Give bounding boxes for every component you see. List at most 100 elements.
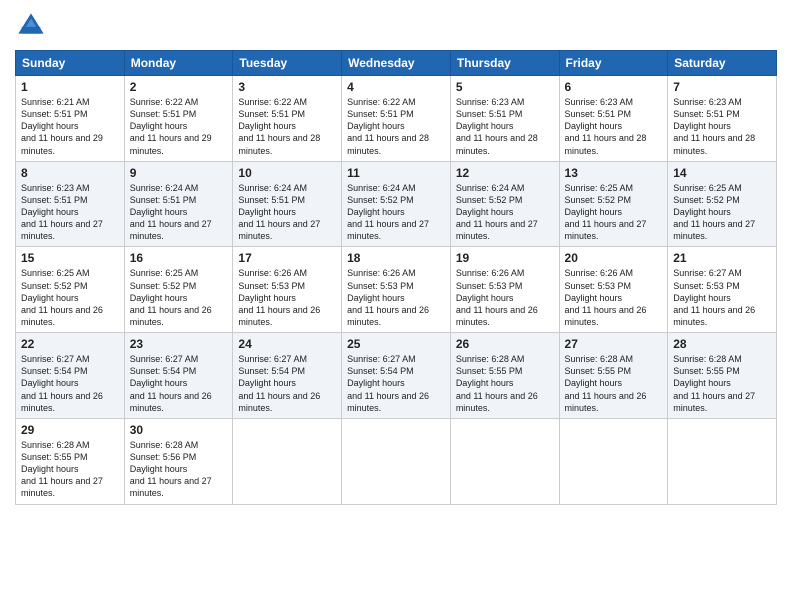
day-number: 25	[347, 337, 445, 351]
day-info: Sunrise: 6:23 AMSunset: 5:51 PMDaylight …	[21, 183, 103, 242]
day-number: 4	[347, 80, 445, 94]
calendar-cell: 6 Sunrise: 6:23 AMSunset: 5:51 PMDayligh…	[559, 76, 668, 162]
calendar-cell: 19 Sunrise: 6:26 AMSunset: 5:53 PMDaylig…	[450, 247, 559, 333]
day-info: Sunrise: 6:26 AMSunset: 5:53 PMDaylight …	[565, 268, 647, 327]
day-number: 5	[456, 80, 554, 94]
calendar-cell: 12 Sunrise: 6:24 AMSunset: 5:52 PMDaylig…	[450, 161, 559, 247]
day-info: Sunrise: 6:25 AMSunset: 5:52 PMDaylight …	[565, 183, 647, 242]
calendar-cell: 21 Sunrise: 6:27 AMSunset: 5:53 PMDaylig…	[668, 247, 777, 333]
day-number: 18	[347, 251, 445, 265]
calendar-cell: 17 Sunrise: 6:26 AMSunset: 5:53 PMDaylig…	[233, 247, 342, 333]
day-info: Sunrise: 6:25 AMSunset: 5:52 PMDaylight …	[673, 183, 755, 242]
calendar-cell: 7 Sunrise: 6:23 AMSunset: 5:51 PMDayligh…	[668, 76, 777, 162]
day-number: 26	[456, 337, 554, 351]
day-number: 30	[130, 423, 228, 437]
day-info: Sunrise: 6:23 AMSunset: 5:51 PMDaylight …	[673, 97, 755, 156]
day-info: Sunrise: 6:22 AMSunset: 5:51 PMDaylight …	[130, 97, 212, 156]
day-number: 15	[21, 251, 119, 265]
day-info: Sunrise: 6:25 AMSunset: 5:52 PMDaylight …	[130, 268, 212, 327]
day-info: Sunrise: 6:22 AMSunset: 5:51 PMDaylight …	[238, 97, 320, 156]
day-info: Sunrise: 6:26 AMSunset: 5:53 PMDaylight …	[347, 268, 429, 327]
day-number: 9	[130, 166, 228, 180]
calendar-cell: 25 Sunrise: 6:27 AMSunset: 5:54 PMDaylig…	[342, 333, 451, 419]
day-number: 12	[456, 166, 554, 180]
day-info: Sunrise: 6:22 AMSunset: 5:51 PMDaylight …	[347, 97, 429, 156]
calendar-cell: 1 Sunrise: 6:21 AMSunset: 5:51 PMDayligh…	[16, 76, 125, 162]
day-number: 19	[456, 251, 554, 265]
logo-icon	[15, 10, 47, 42]
calendar-cell: 22 Sunrise: 6:27 AMSunset: 5:54 PMDaylig…	[16, 333, 125, 419]
day-number: 11	[347, 166, 445, 180]
day-number: 28	[673, 337, 771, 351]
day-number: 2	[130, 80, 228, 94]
day-info: Sunrise: 6:24 AMSunset: 5:51 PMDaylight …	[238, 183, 320, 242]
day-info: Sunrise: 6:27 AMSunset: 5:54 PMDaylight …	[130, 354, 212, 413]
col-header-thursday: Thursday	[450, 51, 559, 76]
header	[15, 10, 777, 42]
day-info: Sunrise: 6:28 AMSunset: 5:55 PMDaylight …	[21, 440, 103, 499]
page: SundayMondayTuesdayWednesdayThursdayFrid…	[0, 0, 792, 612]
day-number: 17	[238, 251, 336, 265]
day-number: 10	[238, 166, 336, 180]
calendar-cell: 28 Sunrise: 6:28 AMSunset: 5:55 PMDaylig…	[668, 333, 777, 419]
day-number: 20	[565, 251, 663, 265]
day-number: 13	[565, 166, 663, 180]
calendar-cell: 2 Sunrise: 6:22 AMSunset: 5:51 PMDayligh…	[124, 76, 233, 162]
day-info: Sunrise: 6:23 AMSunset: 5:51 PMDaylight …	[565, 97, 647, 156]
calendar-cell	[668, 418, 777, 504]
calendar-cell: 9 Sunrise: 6:24 AMSunset: 5:51 PMDayligh…	[124, 161, 233, 247]
day-number: 21	[673, 251, 771, 265]
day-info: Sunrise: 6:23 AMSunset: 5:51 PMDaylight …	[456, 97, 538, 156]
calendar-cell	[450, 418, 559, 504]
day-info: Sunrise: 6:28 AMSunset: 5:55 PMDaylight …	[565, 354, 647, 413]
calendar-cell: 23 Sunrise: 6:27 AMSunset: 5:54 PMDaylig…	[124, 333, 233, 419]
col-header-friday: Friday	[559, 51, 668, 76]
calendar-cell: 30 Sunrise: 6:28 AMSunset: 5:56 PMDaylig…	[124, 418, 233, 504]
calendar-cell: 26 Sunrise: 6:28 AMSunset: 5:55 PMDaylig…	[450, 333, 559, 419]
col-header-wednesday: Wednesday	[342, 51, 451, 76]
calendar-cell: 27 Sunrise: 6:28 AMSunset: 5:55 PMDaylig…	[559, 333, 668, 419]
day-info: Sunrise: 6:24 AMSunset: 5:52 PMDaylight …	[456, 183, 538, 242]
day-number: 22	[21, 337, 119, 351]
calendar-cell: 3 Sunrise: 6:22 AMSunset: 5:51 PMDayligh…	[233, 76, 342, 162]
col-header-tuesday: Tuesday	[233, 51, 342, 76]
day-info: Sunrise: 6:28 AMSunset: 5:56 PMDaylight …	[130, 440, 212, 499]
day-number: 16	[130, 251, 228, 265]
day-info: Sunrise: 6:27 AMSunset: 5:54 PMDaylight …	[238, 354, 320, 413]
calendar-cell: 14 Sunrise: 6:25 AMSunset: 5:52 PMDaylig…	[668, 161, 777, 247]
calendar-cell: 15 Sunrise: 6:25 AMSunset: 5:52 PMDaylig…	[16, 247, 125, 333]
day-info: Sunrise: 6:21 AMSunset: 5:51 PMDaylight …	[21, 97, 103, 156]
day-number: 1	[21, 80, 119, 94]
calendar-cell: 11 Sunrise: 6:24 AMSunset: 5:52 PMDaylig…	[342, 161, 451, 247]
day-info: Sunrise: 6:25 AMSunset: 5:52 PMDaylight …	[21, 268, 103, 327]
calendar-cell: 29 Sunrise: 6:28 AMSunset: 5:55 PMDaylig…	[16, 418, 125, 504]
calendar-cell: 24 Sunrise: 6:27 AMSunset: 5:54 PMDaylig…	[233, 333, 342, 419]
day-number: 14	[673, 166, 771, 180]
calendar-cell: 5 Sunrise: 6:23 AMSunset: 5:51 PMDayligh…	[450, 76, 559, 162]
calendar-cell: 16 Sunrise: 6:25 AMSunset: 5:52 PMDaylig…	[124, 247, 233, 333]
calendar-cell	[233, 418, 342, 504]
day-number: 3	[238, 80, 336, 94]
day-info: Sunrise: 6:26 AMSunset: 5:53 PMDaylight …	[456, 268, 538, 327]
day-number: 8	[21, 166, 119, 180]
calendar-cell: 20 Sunrise: 6:26 AMSunset: 5:53 PMDaylig…	[559, 247, 668, 333]
calendar-cell: 10 Sunrise: 6:24 AMSunset: 5:51 PMDaylig…	[233, 161, 342, 247]
day-info: Sunrise: 6:24 AMSunset: 5:51 PMDaylight …	[130, 183, 212, 242]
calendar-cell: 18 Sunrise: 6:26 AMSunset: 5:53 PMDaylig…	[342, 247, 451, 333]
calendar: SundayMondayTuesdayWednesdayThursdayFrid…	[15, 50, 777, 505]
day-number: 7	[673, 80, 771, 94]
day-info: Sunrise: 6:27 AMSunset: 5:54 PMDaylight …	[21, 354, 103, 413]
day-info: Sunrise: 6:28 AMSunset: 5:55 PMDaylight …	[673, 354, 755, 413]
calendar-cell	[342, 418, 451, 504]
day-info: Sunrise: 6:26 AMSunset: 5:53 PMDaylight …	[238, 268, 320, 327]
day-info: Sunrise: 6:24 AMSunset: 5:52 PMDaylight …	[347, 183, 429, 242]
day-number: 24	[238, 337, 336, 351]
day-number: 6	[565, 80, 663, 94]
calendar-cell	[559, 418, 668, 504]
calendar-cell: 8 Sunrise: 6:23 AMSunset: 5:51 PMDayligh…	[16, 161, 125, 247]
col-header-monday: Monday	[124, 51, 233, 76]
calendar-cell: 4 Sunrise: 6:22 AMSunset: 5:51 PMDayligh…	[342, 76, 451, 162]
day-info: Sunrise: 6:28 AMSunset: 5:55 PMDaylight …	[456, 354, 538, 413]
day-number: 23	[130, 337, 228, 351]
col-header-saturday: Saturday	[668, 51, 777, 76]
